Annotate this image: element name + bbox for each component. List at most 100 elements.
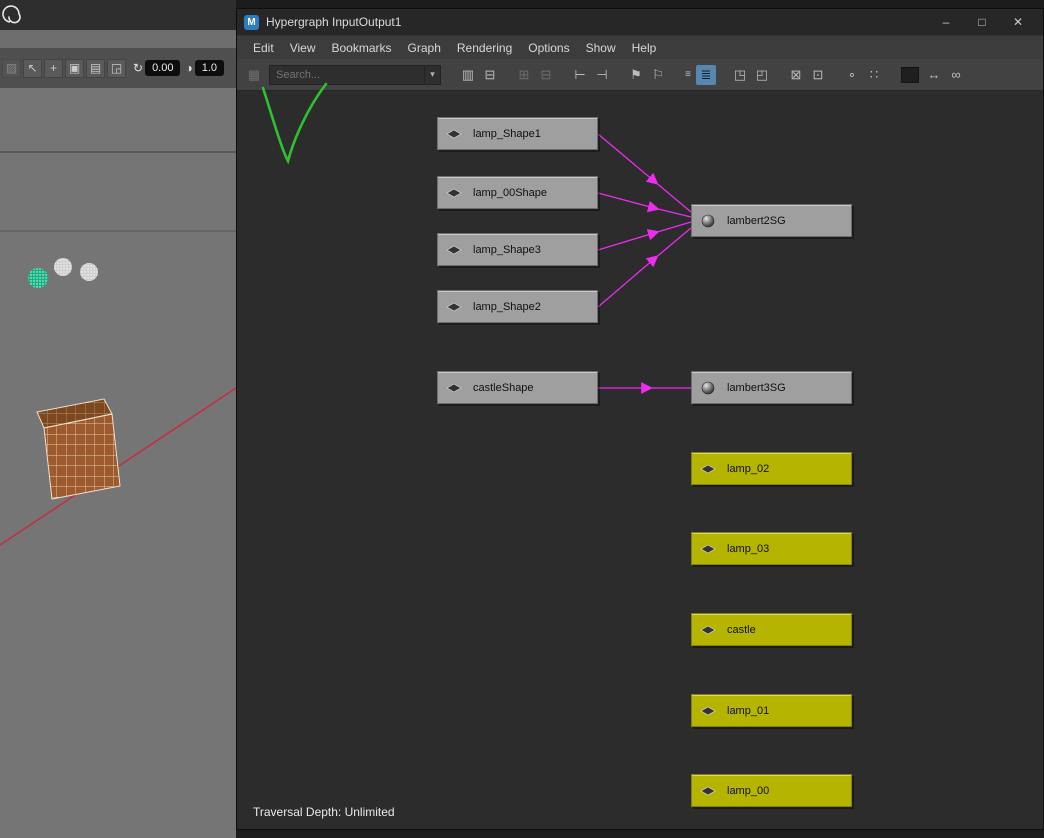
frame-branch-icon[interactable]: ◳ bbox=[730, 65, 750, 85]
menu-show[interactable]: Show bbox=[578, 39, 624, 57]
spacer bbox=[717, 74, 729, 75]
node-lamp-00shape[interactable]: lamp_00Shape bbox=[437, 176, 598, 209]
connection-lamp-00shape-lambert2sg[interactable] bbox=[598, 193, 691, 217]
menu-bookmarks[interactable]: Bookmarks bbox=[323, 39, 399, 57]
node-label: lamp_Shape1 bbox=[473, 128, 541, 140]
connection-lamp-shape1-lambert2sg[interactable] bbox=[598, 134, 691, 212]
connection-lamp-shape3-lambert2sg[interactable] bbox=[598, 222, 691, 250]
connection-lamp-shape2-lambert2sg[interactable] bbox=[598, 228, 691, 307]
graph-upstream-icon[interactable]: ⊢ bbox=[570, 65, 590, 85]
node-label: castleShape bbox=[473, 382, 534, 394]
spacer bbox=[445, 74, 457, 75]
connection-lines bbox=[237, 91, 1043, 829]
node-castleshape[interactable]: castleShape bbox=[437, 371, 598, 404]
node-lamp-02[interactable]: lamp_02 bbox=[691, 452, 852, 485]
viewport-scene bbox=[0, 88, 236, 838]
frame-all-icon[interactable]: ⊡ bbox=[808, 65, 828, 85]
menu-view[interactable]: View bbox=[282, 39, 324, 57]
particle-sphere-white-1[interactable] bbox=[54, 258, 72, 276]
frame-selection-icon[interactable]: ⊠ bbox=[786, 65, 806, 85]
paste-icon[interactable]: ▤ bbox=[86, 59, 105, 78]
display-mode-icon[interactable]: ▦ bbox=[244, 65, 264, 85]
node-lamp-shape1[interactable]: lamp_Shape1 bbox=[437, 117, 598, 150]
node-label: castle bbox=[727, 624, 756, 636]
cube-mesh[interactable] bbox=[37, 399, 120, 499]
node-lambert2sg[interactable]: lambert2SG bbox=[691, 204, 852, 237]
minimize-button[interactable]: – bbox=[928, 11, 964, 33]
hypergraph-toolbar: ▦ ▾ ▥ ⊟ ⊞ ⊟ ⊢ ⊣ ⚑ ⚐ ≡ ≣ ◳ ◰ ⊠ ⊡ ∘ ∷ ↔ ∞ bbox=[237, 59, 1043, 91]
node-label: lamp_Shape2 bbox=[473, 301, 541, 313]
node-lambert3sg[interactable]: lambert3SG bbox=[691, 371, 852, 404]
maximize-button[interactable]: □ bbox=[964, 11, 1000, 33]
menu-edit[interactable]: Edit bbox=[245, 39, 282, 57]
select-add-icon[interactable]: + bbox=[44, 59, 63, 78]
rotate-snap-icon: ↻ bbox=[133, 61, 143, 75]
expand-selected-icon[interactable]: ⊞ bbox=[514, 65, 534, 85]
mesh-node-icon bbox=[446, 127, 464, 141]
mesh-node-icon bbox=[446, 381, 464, 395]
brush-tool-icon[interactable] bbox=[0, 0, 30, 30]
frame-hierarchy-icon[interactable]: ◰ bbox=[752, 65, 772, 85]
color-swatch[interactable] bbox=[901, 67, 919, 83]
node-width-icon[interactable]: ↔ bbox=[924, 65, 944, 85]
show-dots-alt-icon[interactable]: ∷ bbox=[864, 65, 884, 85]
node-label: lamp_00Shape bbox=[473, 187, 547, 199]
node-label: lambert2SG bbox=[727, 215, 786, 227]
menu-options[interactable]: Options bbox=[520, 39, 577, 57]
title-bar[interactable]: M Hypergraph InputOutput1 – □ ✕ bbox=[237, 9, 1043, 35]
bookmark-flag-icon[interactable]: ⚑ bbox=[626, 65, 646, 85]
mesh-node-icon bbox=[446, 300, 464, 314]
menu-rendering[interactable]: Rendering bbox=[449, 39, 520, 57]
transform-node-icon bbox=[700, 784, 718, 798]
particle-sphere-teal[interactable] bbox=[28, 268, 48, 288]
orientation-horizontal-icon[interactable]: ≣ bbox=[696, 65, 716, 85]
transform-node-icon bbox=[700, 542, 718, 556]
spacer bbox=[773, 74, 785, 75]
layout-options-icon[interactable]: ≡ bbox=[682, 65, 694, 85]
shading-group-icon bbox=[700, 214, 718, 228]
viewport-top-bar bbox=[0, 0, 236, 30]
value-field-1-value[interactable]: 0.00 bbox=[145, 60, 180, 76]
marquee-icon[interactable]: ◲ bbox=[107, 59, 126, 78]
select-arrow-icon[interactable]: ↖ bbox=[23, 59, 42, 78]
panel-menu-icon[interactable]: ▨ bbox=[2, 59, 21, 78]
window-title: Hypergraph InputOutput1 bbox=[266, 15, 401, 29]
value-field-2[interactable]: ◑ 1.0 bbox=[185, 60, 224, 76]
spacer bbox=[829, 74, 841, 75]
node-lamp-00[interactable]: lamp_00 bbox=[691, 774, 852, 807]
close-button[interactable]: ✕ bbox=[1000, 11, 1036, 33]
node-label: lambert3SG bbox=[727, 382, 786, 394]
node-lamp-shape3[interactable]: lamp_Shape3 bbox=[437, 233, 598, 266]
search-input[interactable] bbox=[270, 69, 424, 81]
menu-help[interactable]: Help bbox=[624, 39, 665, 57]
menu-graph[interactable]: Graph bbox=[400, 39, 449, 57]
maya-logo-icon: M bbox=[244, 15, 259, 30]
viewport-toolbar: ▨ ↖ + ▣ ▤ ◲ ↻ 0.00 ◑ 1.0 bbox=[0, 48, 236, 88]
show-dots-icon[interactable]: ∘ bbox=[842, 65, 862, 85]
node-lamp-shape2[interactable]: lamp_Shape2 bbox=[437, 290, 598, 323]
hypergraph-window: M Hypergraph InputOutput1 – □ ✕ Edit Vie… bbox=[236, 8, 1044, 830]
traversal-depth-unlimited-icon[interactable]: ∞ bbox=[946, 65, 966, 85]
collapse-selected-icon[interactable]: ⊟ bbox=[536, 65, 556, 85]
half-circle-icon: ◑ bbox=[185, 61, 192, 75]
search-dropdown-icon[interactable]: ▾ bbox=[424, 66, 440, 84]
node-lamp-03[interactable]: lamp_03 bbox=[691, 532, 852, 565]
spacer bbox=[501, 74, 513, 75]
transform-node-icon bbox=[700, 623, 718, 637]
node-castle[interactable]: castle bbox=[691, 613, 852, 646]
value-field-1[interactable]: ↻ 0.00 bbox=[133, 60, 180, 76]
node-lamp-01[interactable]: lamp_01 bbox=[691, 694, 852, 727]
value-field-2-value[interactable]: 1.0 bbox=[195, 60, 224, 76]
bookmark-flag-outline-icon[interactable]: ⚐ bbox=[648, 65, 668, 85]
node-label: lamp_01 bbox=[727, 705, 769, 717]
search-box[interactable]: ▾ bbox=[269, 65, 441, 85]
graph-downstream-icon[interactable]: ⊣ bbox=[592, 65, 612, 85]
mesh-node-icon bbox=[446, 186, 464, 200]
maya-viewport-background: ▨ ↖ + ▣ ▤ ◲ ↻ 0.00 ◑ 1.0 bbox=[0, 0, 236, 838]
graph-canvas[interactable]: lamp_Shape1 lamp_00Shape lamp_Shape3 lam… bbox=[237, 91, 1043, 829]
particle-sphere-white-2[interactable] bbox=[80, 263, 98, 281]
input-output-icon[interactable]: ⊟ bbox=[480, 65, 500, 85]
scene-hierarchy-icon[interactable]: ▥ bbox=[458, 65, 478, 85]
copy-icon[interactable]: ▣ bbox=[65, 59, 84, 78]
spacer bbox=[613, 74, 625, 75]
